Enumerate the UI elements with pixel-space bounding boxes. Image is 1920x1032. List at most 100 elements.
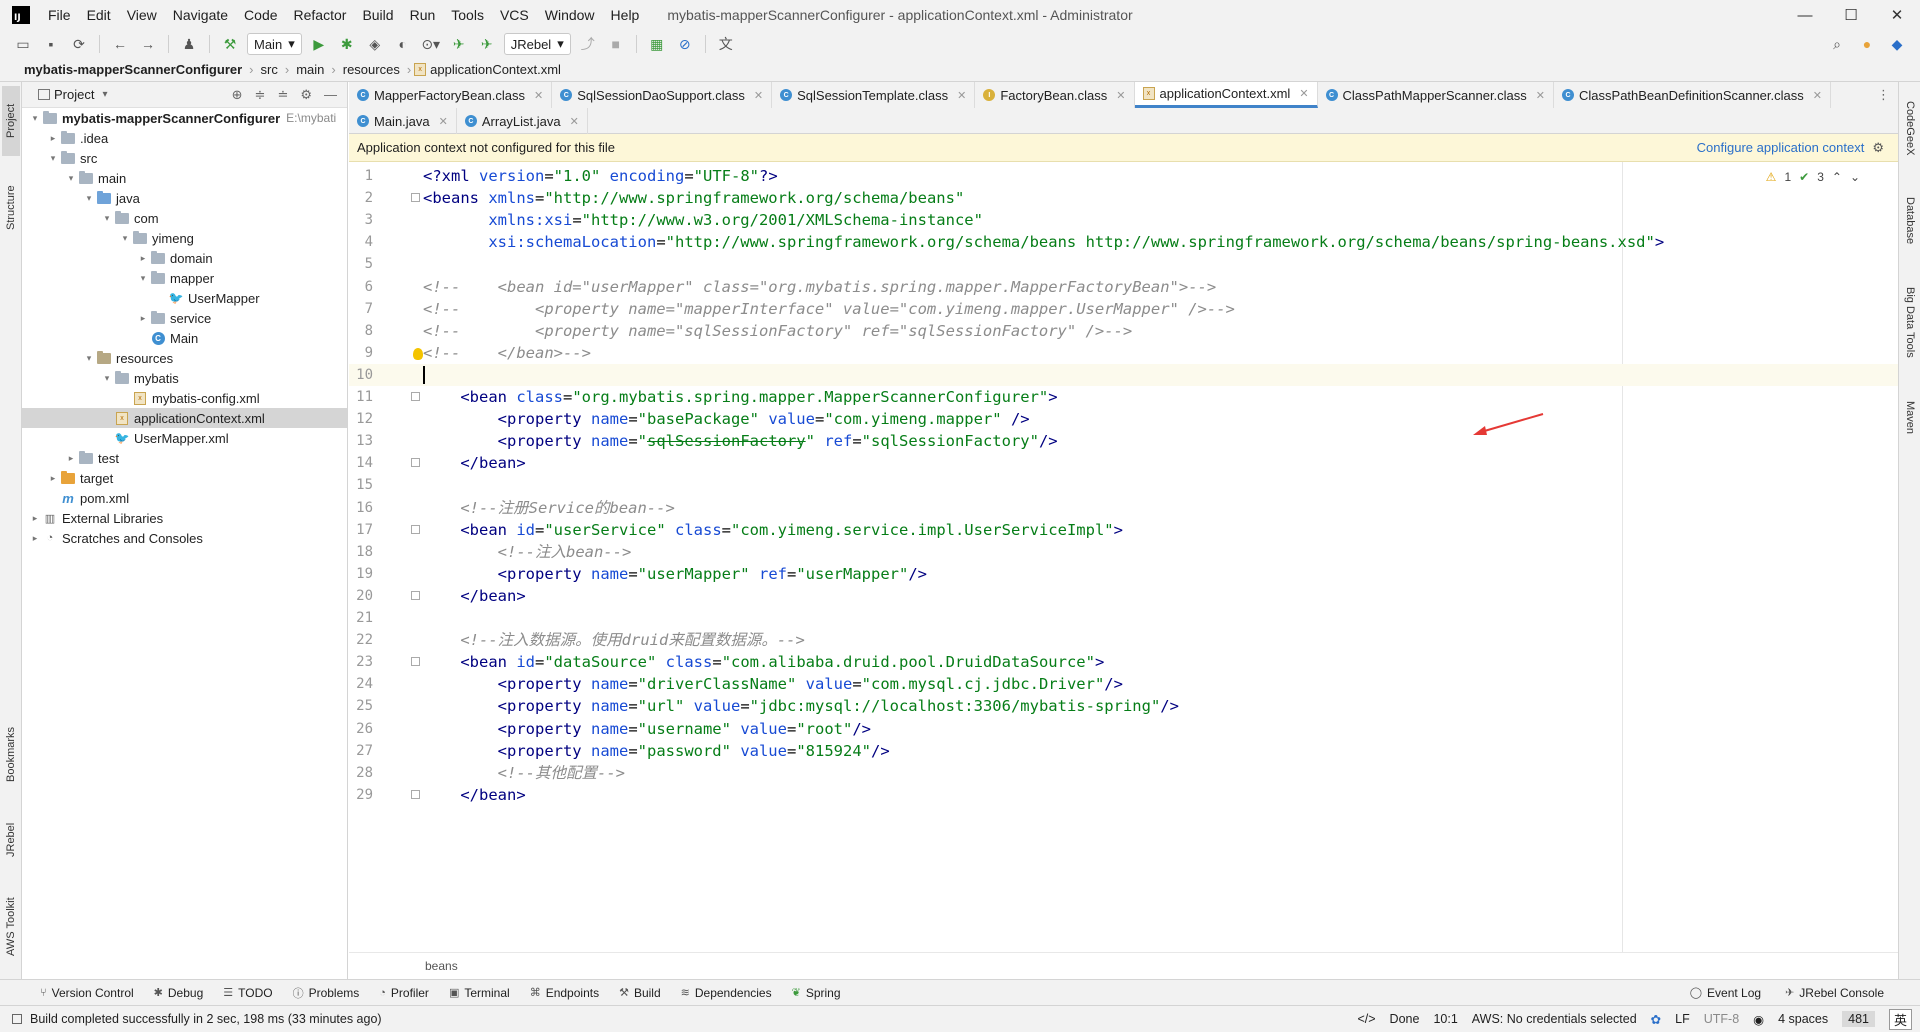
- code-line[interactable]: 13 <property name="sqlSessionFactory" re…: [349, 430, 1898, 452]
- line-number[interactable]: 10: [349, 364, 373, 386]
- editor-breadcrumb-beans[interactable]: beans: [425, 959, 458, 973]
- tree-item[interactable]: ▸ .idea: [22, 128, 347, 148]
- code-line[interactable]: 21: [349, 607, 1898, 629]
- expand-arrow-icon[interactable]: ▾: [100, 213, 114, 224]
- tree-item[interactable]: ▸ domain: [22, 248, 347, 268]
- line-number[interactable]: 20: [349, 585, 373, 607]
- caret-position[interactable]: 10:1: [1433, 1012, 1457, 1026]
- line-number[interactable]: 22: [349, 629, 373, 651]
- chevron-down-icon[interactable]: ▾: [102, 89, 107, 100]
- breadcrumb-project[interactable]: mybatis-mapperScannerConfigurer: [20, 62, 246, 77]
- fold-marker-icon[interactable]: [411, 392, 420, 401]
- sync-icon[interactable]: ⟳: [68, 33, 90, 55]
- inspection-widget[interactable]: ⚠ 1 ✔ 3 ⌃ ⌄: [1766, 170, 1860, 184]
- line-number[interactable]: 13: [349, 430, 373, 452]
- code-line[interactable]: 1 <?xml version="1.0" encoding="UTF-8"?>: [349, 165, 1898, 187]
- update-icon[interactable]: ●: [1856, 33, 1878, 55]
- tool-spring[interactable]: ❦ Spring: [792, 986, 841, 1000]
- collapse-arrow-icon[interactable]: ▸: [46, 473, 60, 484]
- tool-window-big-data-tools[interactable]: Big Data Tools: [1901, 272, 1919, 372]
- more-run-icon[interactable]: ⊙▾: [420, 33, 442, 55]
- tree-item[interactable]: C Main: [22, 328, 347, 348]
- aws-credentials[interactable]: AWS: No credentials selected: [1472, 1012, 1637, 1026]
- code-line[interactable]: 10: [349, 363, 1898, 386]
- tree-item[interactable]: ▸ ◔ Scratches and Consoles: [22, 528, 347, 548]
- code-line[interactable]: 15: [349, 474, 1898, 496]
- expand-arrow-icon[interactable]: ▾: [82, 353, 96, 364]
- tool-version-control[interactable]: ⑂ Version Control: [40, 986, 134, 1000]
- collapse-arrow-icon[interactable]: ▸: [64, 453, 78, 464]
- hide-icon[interactable]: —: [324, 87, 337, 103]
- line-number[interactable]: 3: [349, 209, 373, 231]
- editor-tab[interactable]: C Main.java ✕: [349, 108, 457, 134]
- menu-item-navigate[interactable]: Navigate: [165, 0, 236, 30]
- line-number[interactable]: 2: [349, 187, 373, 209]
- menu-item-refactor[interactable]: Refactor: [286, 0, 355, 30]
- breadcrumb-src[interactable]: src: [257, 62, 282, 77]
- line-number[interactable]: 16: [349, 497, 373, 519]
- close-tab-icon[interactable]: ✕: [1116, 89, 1125, 102]
- jrebel-config-select[interactable]: JRebel ▾: [503, 33, 571, 55]
- chevron-down-icon[interactable]: ⌄: [1850, 170, 1860, 184]
- editor-tab[interactable]: x applicationContext.xml ✕: [1134, 82, 1318, 108]
- debug-icon[interactable]: ✱: [336, 33, 358, 55]
- line-number[interactable]: 25: [349, 695, 373, 717]
- editor-tab[interactable]: C SqlSessionTemplate.class ✕: [772, 82, 976, 108]
- fold-marker-icon[interactable]: [411, 524, 420, 534]
- tree-item[interactable]: ▾ main: [22, 168, 347, 188]
- run-icon[interactable]: ▶: [308, 33, 330, 55]
- code-editor[interactable]: 1 <?xml version="1.0" encoding="UTF-8"?> 2…: [349, 162, 1898, 952]
- ime-indicator[interactable]: 英: [1888, 1008, 1912, 1030]
- line-number[interactable]: 23: [349, 651, 373, 673]
- line-number[interactable]: 6: [349, 276, 373, 298]
- chevron-up-icon[interactable]: ⌃: [1832, 170, 1842, 184]
- intellij-logo-icon[interactable]: IJ: [12, 6, 30, 24]
- close-tab-icon[interactable]: ✕: [439, 115, 448, 128]
- code-line[interactable]: 25 <property name="url" value="jdbc:mysq…: [349, 695, 1898, 717]
- back-arrow-icon[interactable]: ←: [109, 33, 131, 55]
- gear-icon[interactable]: ⚙: [300, 87, 312, 103]
- coverage-icon[interactable]: ◈: [364, 33, 386, 55]
- tree-item[interactable]: ▾ java: [22, 188, 347, 208]
- code-line[interactable]: 9 <!-- </bean>-->: [349, 342, 1898, 364]
- tool-jrebel-console[interactable]: ✈ JRebel Console: [1785, 986, 1884, 1000]
- collapse-arrow-icon[interactable]: ▸: [136, 253, 150, 264]
- menu-item-build[interactable]: Build: [354, 0, 401, 30]
- menu-item-file[interactable]: File: [40, 0, 79, 30]
- fold-marker-icon[interactable]: [411, 590, 420, 600]
- expand-arrow-icon[interactable]: ▾: [136, 273, 150, 284]
- close-button[interactable]: ✕: [1874, 0, 1920, 30]
- fold-marker-icon[interactable]: [411, 458, 420, 468]
- code-line[interactable]: 8 <!-- <property name="sqlSessionFactory"…: [349, 320, 1898, 342]
- tree-item[interactable]: 🐦 UserMapper.xml: [22, 428, 347, 448]
- status-square-icon[interactable]: [12, 1014, 22, 1024]
- editor-tab[interactable]: C SqlSessionDaoSupport.class ✕: [552, 82, 773, 108]
- code-line[interactable]: 19 <property name="userMapper" ref="user…: [349, 563, 1898, 585]
- expand-arrow-icon[interactable]: ▾: [64, 173, 78, 184]
- maximize-button[interactable]: ☐: [1828, 0, 1874, 30]
- tool-build[interactable]: ⚒ Build: [619, 986, 661, 1000]
- line-number[interactable]: 18: [349, 541, 373, 563]
- code-line[interactable]: 5: [349, 253, 1898, 275]
- tree-item[interactable]: ▸ test: [22, 448, 347, 468]
- tree-item[interactable]: ▾ com: [22, 208, 347, 228]
- tool-window-bookmarks[interactable]: Bookmarks: [2, 714, 20, 794]
- tool-event-log[interactable]: ◯ Event Log: [1690, 986, 1761, 1000]
- translate-icon[interactable]: 文: [715, 33, 737, 55]
- line-number[interactable]: 17: [349, 519, 373, 541]
- tree-item[interactable]: ▸ ▥ External Libraries: [22, 508, 347, 528]
- line-number[interactable]: 15: [349, 474, 373, 496]
- code-line[interactable]: 11 <bean class="org.mybatis.spring.mappe…: [349, 386, 1898, 408]
- tool-window-structure[interactable]: Structure: [2, 168, 20, 248]
- file-encoding[interactable]: UTF-8: [1704, 1012, 1739, 1026]
- tool-debug[interactable]: ✱ Debug: [154, 986, 204, 1000]
- configure-context-link[interactable]: Configure application context: [1697, 140, 1865, 155]
- breadcrumb-file[interactable]: applicationContext.xml: [426, 62, 565, 77]
- line-number[interactable]: 12: [349, 408, 373, 430]
- line-number[interactable]: 11: [349, 386, 373, 408]
- line-number[interactable]: 1: [349, 165, 373, 187]
- stop-icon[interactable]: ■: [605, 33, 627, 55]
- tool-window-codegeex[interactable]: CodeGeeX: [1901, 88, 1919, 168]
- indent-setting[interactable]: 4 spaces: [1778, 1012, 1828, 1026]
- build-hammer-icon[interactable]: ⚒: [219, 33, 241, 55]
